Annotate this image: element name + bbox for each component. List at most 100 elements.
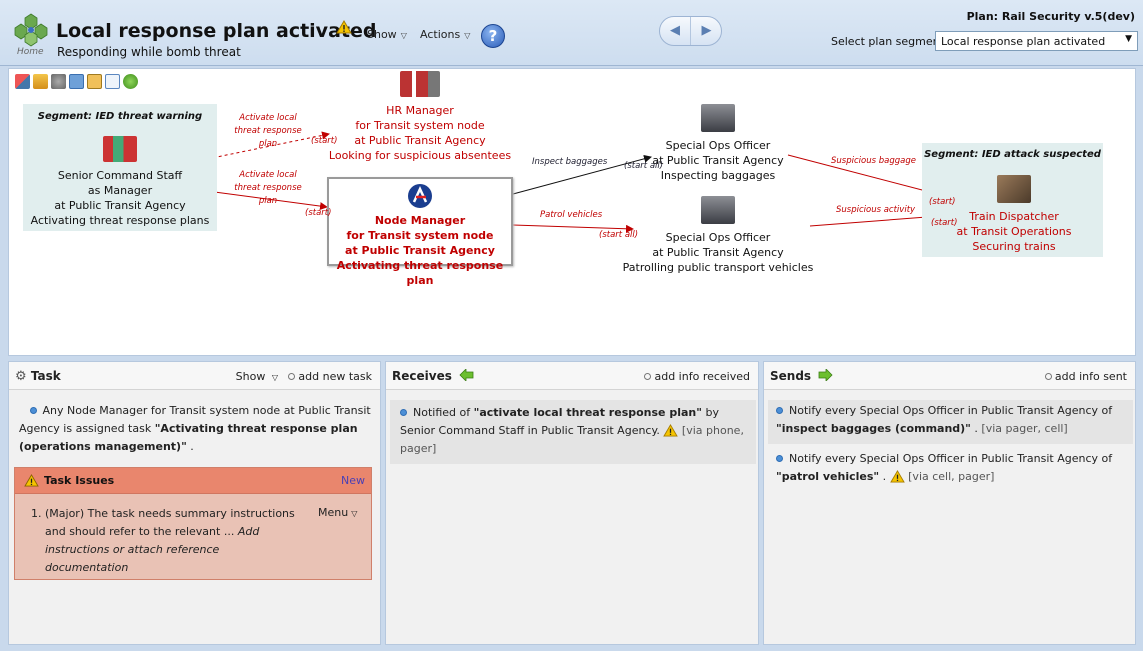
node-role: Special Ops Officer [665,231,771,244]
send-item[interactable]: Notify every Special Ops Officer in Publ… [768,400,1133,444]
node-task: Patrolling public transport vehicles [622,261,814,274]
arrow-right-icon [818,368,833,382]
actions-menu-label: Actions [420,28,461,41]
send-suffix: . [970,422,978,435]
edge-patrol[interactable] [512,224,634,233]
add-info-received-link[interactable]: add info received [644,370,750,383]
receives-panel: Receives add info received Notified of "… [385,361,759,645]
node-organization: at Public Transit Agency [54,199,186,212]
layout-icon[interactable] [15,74,30,89]
add-icon [288,373,296,380]
edge-label-patrol: Patrol vehicles [540,210,603,220]
send-channels: [via pager, cell] [981,422,1068,435]
settings-icon[interactable] [51,74,66,89]
node-role-detail: for Transit system node [346,229,494,242]
plan-name: Plan: Rail Security v.5(dev) [966,10,1135,23]
bullet-icon [400,409,407,416]
warning-icon[interactable] [889,470,905,483]
warning-icon[interactable] [663,424,679,437]
send-channels: [via cell, pager] [908,470,995,483]
previous-segment-button[interactable]: ◀ [660,17,691,45]
send-item[interactable]: Notify every Special Ops Officer in Publ… [768,448,1133,492]
node-node-manager[interactable]: Node Manager for Transit system node at … [327,177,513,287]
edge-label-activate-top: Activate local threat response plan [234,113,302,149]
send-info-name: "inspect baggages (command)" [776,422,971,435]
gear-icon: ⚙ [15,369,27,384]
task-assignment: Any Node Manager for Transit system node… [19,402,371,456]
diagram-toolbar [15,74,141,92]
segment-navigation: ◀ ▶ [659,16,722,46]
receive-item[interactable]: Notified of "activate local threat respo… [390,400,756,464]
node-task: Inspecting baggages [660,169,776,182]
warning-icon[interactable] [336,20,352,34]
node-role: Senior Command Staff [57,169,183,182]
chevron-down-icon: ▽ [464,31,471,40]
edge-start-label: (start) [305,208,332,218]
issue-menu-button[interactable]: Menu ▽ [318,504,357,523]
page-subtitle: Responding while bomb threat [57,45,241,59]
node-role: HR Manager [386,104,454,117]
edge-label-inspect: Inspect baggages [532,157,608,167]
task-show-menu-button[interactable]: Show ▽ [236,370,278,383]
home-logo-icon[interactable] [13,12,49,48]
edge-start-label: (start) [931,218,958,228]
task-show-label: Show [235,370,266,383]
next-segment-button[interactable]: ▶ [691,17,722,45]
node-senior-command-staff[interactable]: Senior Command Staff as Manager at Publi… [28,136,212,228]
staff-photo [103,136,137,162]
add-info-sent-label: add info sent [1054,370,1127,383]
help-icon[interactable]: ? [481,24,505,48]
segment-select-label: Select plan segment: [831,35,948,48]
ops-photo [701,104,735,132]
edge-start-label: (start) [311,136,338,146]
node-task: Looking for suspicious absentees [328,149,512,162]
task-panel-header: ⚙ Task Show ▽ add new task [9,362,380,390]
show-menu-button[interactable]: Show ▽ [367,28,407,41]
node-task: Securing trains [972,240,1056,253]
issue-menu-label: Menu [318,506,349,519]
show-menu-label: Show [367,28,397,41]
node-role-detail: for Transit system node [355,119,485,132]
send-info-name: "patrol vehicles" [776,470,880,483]
assignment-suffix: . [186,440,194,453]
home-label[interactable]: Home [17,47,44,57]
warning-icon [24,474,39,487]
node-train-dispatcher[interactable]: Train Dispatcher at Transit Operations S… [949,175,1079,254]
dispatcher-photo [997,175,1031,203]
add-new-task-label: add new task [298,370,372,383]
transit-agency-logo-icon [408,184,432,208]
arrow-left-icon [459,368,474,382]
edge-label-activate-bottom: Activate local threat response plan [234,170,302,206]
node-organization: at Public Transit Agency [652,154,784,167]
node-role-detail: as Manager [87,184,153,197]
node-role: Train Dispatcher [969,210,1059,223]
header: Home Local response plan activated Respo… [0,0,1143,66]
image-icon[interactable] [87,74,102,89]
task-issues-header: Task Issues New [15,468,371,494]
node-hr-manager[interactable]: HR Manager for Transit system node at Pu… [327,71,513,163]
folder-icon[interactable] [33,74,48,89]
actions-menu-button[interactable]: Actions ▽ [420,28,470,41]
node-organization: at Transit Operations [956,225,1072,238]
new-issue-link[interactable]: New [341,474,365,487]
ops-photo [701,196,735,224]
bullet-icon [776,407,783,414]
segment-title: Segment: IED threat warning [37,111,203,122]
node-special-ops-patrolling[interactable]: Special Ops Officer at Public Transit Ag… [617,196,819,275]
table-icon[interactable] [105,74,120,89]
sends-panel-title: Sends [770,368,833,383]
sends-panel: Sends add info sent Notify every Special… [763,361,1136,645]
segment-select[interactable]: Local response plan activated ▼ [935,31,1138,51]
edge-start-label: (start) [929,197,956,207]
sends-panel-header: Sends add info sent [764,362,1135,390]
node-role: Node Manager [374,214,466,227]
receives-panel-title: Receives [392,368,474,383]
zoom-icon[interactable] [69,74,84,89]
chevron-down-icon: ▽ [271,373,278,382]
add-new-task-link[interactable]: add new task [288,370,372,383]
flow-diagram[interactable]: Segment: IED threat warning Segment: IED… [8,68,1136,356]
node-special-ops-inspecting[interactable]: Special Ops Officer at Public Transit Ag… [627,104,809,183]
refresh-icon[interactable] [123,74,138,89]
add-info-sent-link[interactable]: add info sent [1044,370,1127,383]
dropdown-arrow-icon: ▼ [1125,34,1132,44]
